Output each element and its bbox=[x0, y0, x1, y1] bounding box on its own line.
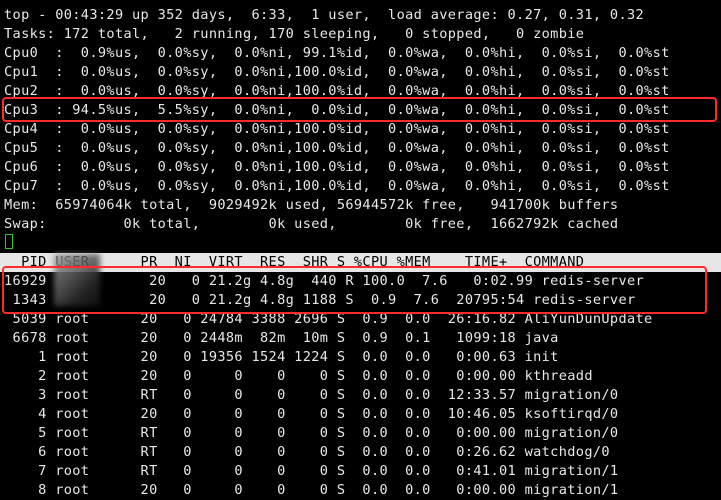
process-row[interactable]: 5 root RT 0 0 0 0 S 0.0 0.0 0:00.00 migr… bbox=[4, 424, 618, 443]
cpu-line-1: Cpu1 : 0.0%us, 0.0%sy, 0.0%ni,100.0%id, … bbox=[4, 64, 670, 80]
process-row[interactable]: 1 root 20 0 19356 1524 1224 S 0.0 0.0 0:… bbox=[4, 348, 559, 367]
cpu-line-3: Cpu3 : 94.5%us, 5.5%sy, 0.0%ni, 0.0%id, … bbox=[4, 102, 670, 118]
mem-line: Mem: 65974064k total, 9029492k used, 569… bbox=[4, 197, 619, 213]
redacted-user-mask bbox=[54, 254, 100, 306]
cpu-line-2: Cpu2 : 0.0%us, 0.0%sy, 0.0%ni,100.0%id, … bbox=[4, 83, 670, 99]
process-row[interactable]: 2 root 20 0 0 0 0 S 0.0 0.0 0:00.00 kthr… bbox=[4, 367, 593, 386]
uptime-line: top - 00:43:29 up 352 days, 6:33, 1 user… bbox=[4, 7, 645, 23]
cpu-line-0: Cpu0 : 0.9%us, 0.0%sy, 0.0%ni, 99.1%id, … bbox=[4, 45, 670, 61]
swap-line: Swap: 0k total, 0k used, 0k free, 166279… bbox=[4, 216, 619, 232]
process-row[interactable]: 3 root RT 0 0 0 0 S 0.0 0.0 12:33.57 mig… bbox=[4, 386, 618, 405]
tasks-line: Tasks: 172 total, 2 running, 170 sleepin… bbox=[4, 26, 585, 42]
terminal-window[interactable]: top - 00:43:29 up 352 days, 6:33, 1 user… bbox=[0, 0, 721, 498]
process-row[interactable]: 7 root RT 0 0 0 0 S 0.0 0.0 0:41.01 migr… bbox=[4, 462, 618, 481]
process-row[interactable]: 16929 20 0 21.2g 4.8g 440 R 100.0 7.6 0:… bbox=[4, 272, 644, 291]
cpu-line-7: Cpu7 : 0.0%us, 0.0%sy, 0.0%ni,100.0%id, … bbox=[4, 178, 670, 194]
prompt-cursor[interactable] bbox=[5, 234, 13, 249]
process-row[interactable]: 5039 root 20 0 24784 3388 2696 S 0.9 0.0… bbox=[4, 310, 653, 329]
cpu-line-6: Cpu6 : 0.0%us, 0.0%sy, 0.0%ni,100.0%id, … bbox=[4, 159, 670, 175]
cpu-line-4: Cpu4 : 0.0%us, 0.0%sy, 0.0%ni,100.0%id, … bbox=[4, 121, 670, 137]
process-row[interactable]: 6678 root 20 0 2448m 82m 10m S 0.9 0.1 1… bbox=[4, 329, 559, 348]
process-table-header: PID USER PR NI VIRT RES SHR S %CPU %MEM … bbox=[0, 253, 721, 272]
process-row[interactable]: 8 root 20 0 0 0 0 S 0.0 0.0 0:00.00 migr… bbox=[4, 481, 618, 500]
cpu-line-5: Cpu5 : 0.0%us, 0.0%sy, 0.0%ni,100.0%id, … bbox=[4, 140, 670, 156]
process-row[interactable]: 6 root RT 0 0 0 0 S 0.0 0.0 0:26.62 watc… bbox=[4, 443, 610, 462]
process-row[interactable]: 4 root 20 0 0 0 0 S 0.0 0.0 10:46.05 kso… bbox=[4, 405, 618, 424]
